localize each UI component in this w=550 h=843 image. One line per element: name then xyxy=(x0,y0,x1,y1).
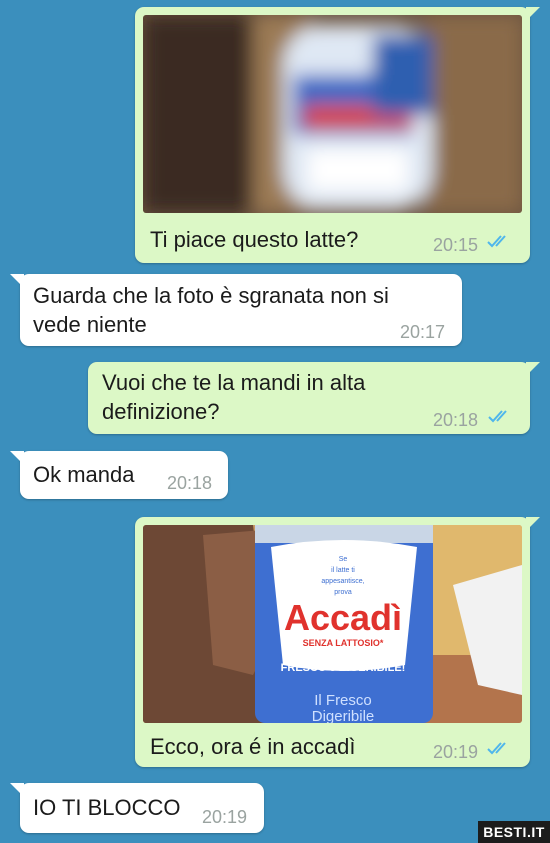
read-receipt-icon xyxy=(487,742,506,755)
message-caption: Ti piace questo latte? xyxy=(150,227,359,252)
message-time: 20:19 xyxy=(433,742,479,762)
svg-text:SENZA LATTOSIO*: SENZA LATTOSIO* xyxy=(303,638,384,648)
message-bubble-incoming[interactable]: Ok manda 20:18 xyxy=(10,451,228,499)
read-receipt-icon xyxy=(487,235,506,248)
watermark: BESTI.IT xyxy=(478,821,550,843)
svg-text:appesantisce,: appesantisce, xyxy=(321,578,364,585)
message-time: 20:19 xyxy=(202,807,248,827)
brand-logo-text: Accadì xyxy=(284,597,402,638)
message-text: Vuoi che te la mandi in alta definizione… xyxy=(102,370,366,424)
message-text: IO TI BLOCCO xyxy=(33,795,181,820)
svg-text:Il Fresco: Il Fresco xyxy=(314,692,372,709)
svg-text:prova: prova xyxy=(334,589,352,596)
message-caption: Ecco, ora é in accadì xyxy=(150,734,356,759)
read-receipt-icon xyxy=(488,410,507,423)
message-bubble-outgoing[interactable]: Ti piace questo latte? 20:15 xyxy=(135,7,540,263)
message-bubble-incoming[interactable]: Guarda che la foto è sgranata non si ved… xyxy=(10,274,462,346)
message-bubble-outgoing[interactable]: Se il latte ti appesantisce, prova Accad… xyxy=(135,517,540,767)
svg-text:FRESCO e DIGERIBILE!: FRESCO e DIGERIBILE! xyxy=(281,662,406,674)
message-text: Guarda che la foto è sgranata non si ved… xyxy=(33,283,389,337)
message-time: 20:18 xyxy=(433,410,479,430)
message-time: 20:15 xyxy=(433,235,479,255)
svg-text:Se: Se xyxy=(339,556,348,563)
accadi-milk-photo[interactable]: Se il latte ti appesantisce, prova Accad… xyxy=(143,525,522,723)
message-time: 20:17 xyxy=(400,322,446,342)
svg-text:Digeribile: Digeribile xyxy=(312,708,375,723)
message-time: 20:18 xyxy=(167,473,213,493)
blurred-milk-photo[interactable] xyxy=(143,15,522,213)
svg-text:il latte ti: il latte ti xyxy=(331,567,355,574)
message-bubble-outgoing[interactable]: Vuoi che te la mandi in alta definizione… xyxy=(88,362,540,434)
message-text: Ok manda xyxy=(33,462,135,487)
message-bubble-incoming[interactable]: IO TI BLOCCO 20:19 xyxy=(10,783,264,833)
